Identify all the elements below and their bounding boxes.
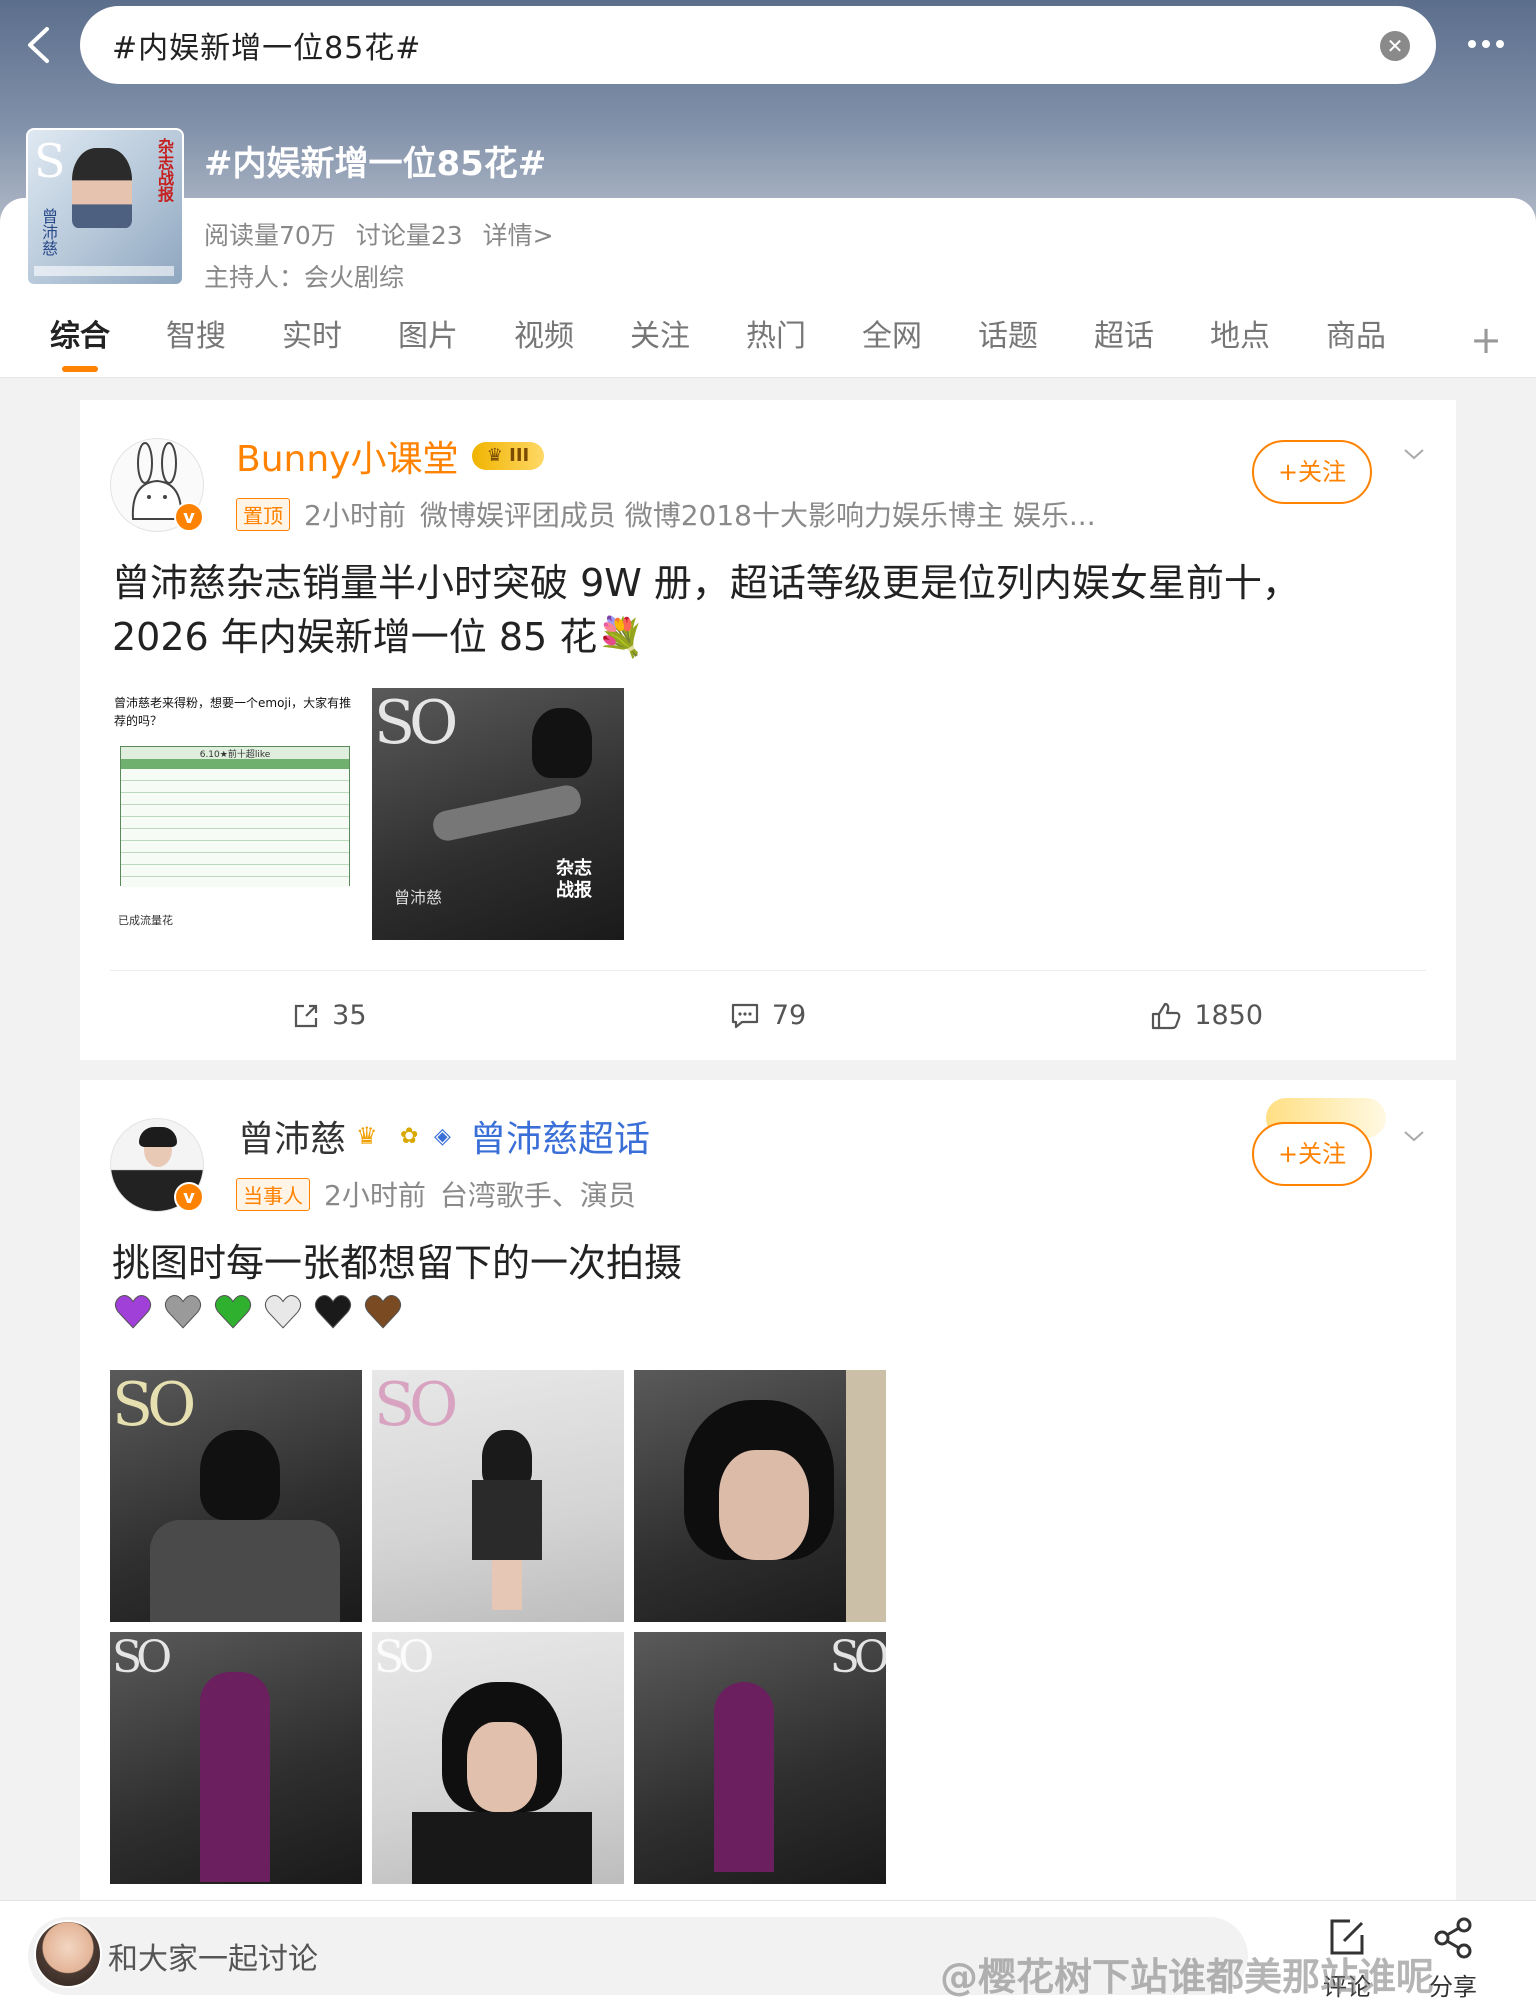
- verified-badge-icon: v: [174, 1182, 204, 1212]
- heart-icon: [114, 1294, 152, 1329]
- heart-icon: [214, 1294, 252, 1329]
- heart-icon: [314, 1294, 352, 1329]
- post-text: 挑图时每一张都想留下的一次拍摄: [112, 1241, 683, 1285]
- topic-stats: 阅读量70万 讨论量23 详情>: [204, 216, 554, 252]
- follow-button[interactable]: +关注: [1252, 440, 1372, 504]
- verified-badge-icon: v: [174, 502, 204, 532]
- post-image[interactable]: SO: [110, 1370, 362, 1622]
- user-avatar[interactable]: [34, 1920, 102, 1988]
- post-text: 曾沛慈杂志销量半小时突破 9W 册，超话等级更是位列内娱女星前十，2026 年内…: [112, 561, 1300, 659]
- crown-badge-icon: ♛ III: [472, 442, 544, 470]
- user-bio: 微博娱评团成员 微博2018十大影响力娱乐博主 娱乐...: [419, 499, 1096, 532]
- post-username[interactable]: Bunny小课堂: [236, 430, 458, 482]
- clear-search-icon[interactable]: ✕: [1380, 31, 1410, 61]
- pinned-tag: 置顶: [236, 497, 290, 531]
- tab-bar: 综合 智搜 实时 图片 视频 关注 热门 全网 话题 超话 地点 商品: [0, 310, 1536, 378]
- tab-supertopic[interactable]: 超话: [1066, 310, 1182, 378]
- tab-places[interactable]: 地点: [1182, 310, 1298, 378]
- tab-following[interactable]: 关注: [602, 310, 718, 378]
- diamond-icon: ◈: [434, 1124, 451, 1149]
- read-count: 阅读量70万: [204, 221, 336, 250]
- chevron-down-icon[interactable]: [1402, 1124, 1426, 1148]
- comment-button[interactable]: 79: [549, 1000, 988, 1031]
- share-network-icon: [1434, 1917, 1472, 1959]
- post-card: v Bunny小课堂 ♛ III 置顶 2小时前 微博娱评团成员 微博2018十…: [80, 400, 1456, 1060]
- share-icon: [295, 1004, 318, 1027]
- top-bar: #内娱新增一位85花# ✕: [0, 0, 1536, 90]
- post-image[interactable]: [634, 1370, 886, 1622]
- comment-count: 79: [771, 1000, 807, 1031]
- follow-button[interactable]: +关注: [1252, 1122, 1372, 1186]
- sunflower-icon: ✿: [400, 1124, 419, 1149]
- post-card: v 曾沛慈 ♛ ✿ ◈ 曾沛慈超话 当事人 2小时前 台湾歌手、演员 +关注 挑…: [80, 1080, 1456, 1900]
- tab-topics[interactable]: 话题: [950, 310, 1066, 378]
- post-image[interactable]: SO: [110, 1632, 362, 1884]
- image-header-text: 曾沛慈老来得粉，想要一个emoji，大家有推荐的吗？: [114, 696, 352, 728]
- tab-comprehensive[interactable]: 综合: [22, 310, 138, 378]
- image-caption-left: 曾沛慈: [394, 888, 443, 907]
- topic-title: #内娱新增一位85花#: [204, 144, 547, 184]
- heart-icon: [264, 1294, 302, 1329]
- cover-name: 曾沛慈: [39, 208, 58, 256]
- topic-cover-image[interactable]: S 杂志战报 曾沛慈: [26, 128, 184, 286]
- chevron-down-icon[interactable]: [1402, 442, 1426, 466]
- crown-badge-icon: ♛: [356, 1122, 378, 1150]
- watermark: @樱花树下站谁都美那站谁呢: [940, 1955, 1435, 1999]
- ranking-table: 6.10★前十超like: [120, 746, 350, 887]
- topic-host: 主持人：会火剧综: [204, 263, 405, 292]
- image-caption-right: 杂志战报: [556, 858, 592, 901]
- tab-videos[interactable]: 视频: [486, 310, 602, 378]
- repost-button[interactable]: 35: [110, 1000, 549, 1031]
- post-actions: 35 79 1850: [110, 970, 1426, 1060]
- cover-text: 杂志战报: [155, 138, 174, 202]
- post-image-magazine[interactable]: SO 曾沛慈 杂志战报: [372, 688, 624, 940]
- tab-smart-search[interactable]: 智搜: [138, 310, 254, 378]
- heart-icon: [364, 1294, 402, 1329]
- post-time: 2小时前: [324, 1179, 426, 1212]
- repost-count: 35: [332, 1000, 367, 1031]
- comment-icon: [731, 1003, 758, 1028]
- heart-emoji-row: [112, 1290, 404, 1332]
- crown-level: III: [509, 445, 530, 466]
- post-image[interactable]: SO: [372, 1632, 624, 1884]
- tab-web[interactable]: 全网: [834, 310, 950, 378]
- thumbs-up-icon: [1152, 1002, 1181, 1029]
- heart-icon: [164, 1294, 202, 1329]
- back-button[interactable]: [18, 20, 58, 70]
- post-meta: 置顶 2小时前 微博娱评团成员 微博2018十大影响力娱乐博主 娱乐...: [236, 494, 1096, 534]
- post-time: 2小时前: [304, 499, 406, 532]
- more-options-button[interactable]: [1456, 24, 1516, 64]
- post-meta: 当事人 2小时前 台湾歌手、演员: [236, 1174, 636, 1214]
- discussion-count: 讨论量23: [355, 221, 463, 250]
- post-username[interactable]: 曾沛慈: [238, 1110, 346, 1162]
- party-tag: 当事人: [236, 1177, 310, 1211]
- tab-realtime[interactable]: 实时: [254, 310, 370, 378]
- tab-products[interactable]: 商品: [1298, 310, 1414, 378]
- like-count: 1850: [1194, 1000, 1264, 1031]
- tab-pictures[interactable]: 图片: [370, 310, 486, 378]
- chevron-left-icon: [28, 27, 49, 63]
- supertopic-link[interactable]: 曾沛慈超话: [470, 1110, 650, 1162]
- like-button[interactable]: 1850: [987, 1000, 1426, 1031]
- comment-placeholder: 和大家一起讨论: [108, 1942, 318, 1977]
- post-image[interactable]: SO: [634, 1632, 886, 1884]
- tab-hot[interactable]: 热门: [718, 310, 834, 378]
- details-link[interactable]: 详情>: [483, 216, 554, 252]
- image-footer-text: 已成流量花: [118, 914, 173, 927]
- search-query: #内娱新增一位85花#: [112, 31, 422, 66]
- post-image-table[interactable]: 曾沛慈老来得粉，想要一个emoji，大家有推荐的吗？ 6.10★前十超like …: [110, 688, 362, 940]
- user-bio: 台湾歌手、演员: [439, 1179, 636, 1212]
- table-title: 6.10★前十超like: [121, 747, 349, 760]
- add-tab-icon[interactable]: +: [1470, 318, 1502, 362]
- post-image[interactable]: SO: [372, 1370, 624, 1622]
- search-input[interactable]: #内娱新增一位85花# ✕: [80, 6, 1436, 84]
